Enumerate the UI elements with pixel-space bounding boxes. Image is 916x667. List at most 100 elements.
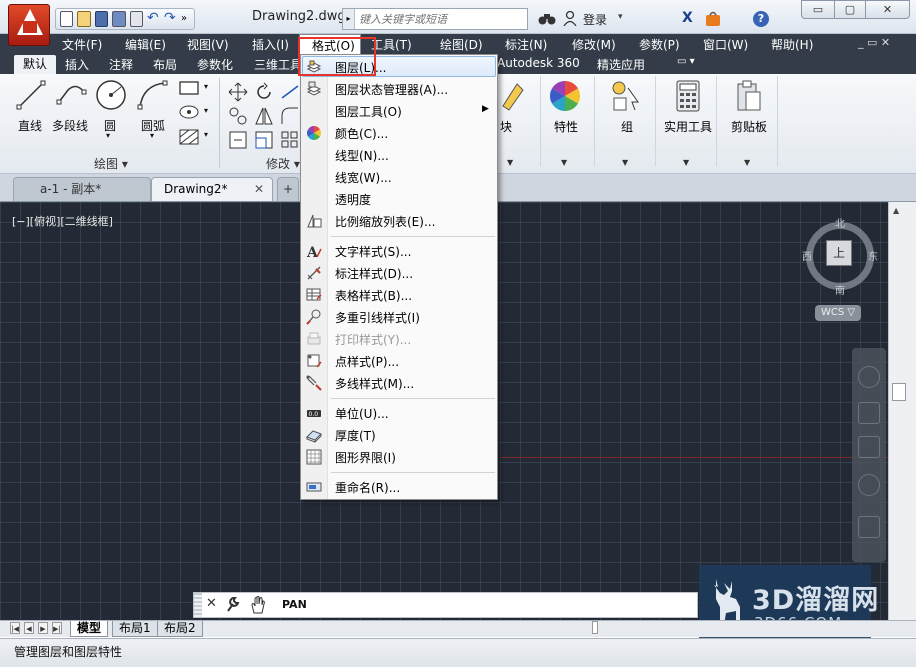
- rectangle-tool-icon[interactable]: [178, 80, 200, 96]
- tab-parametric[interactable]: 参数化: [197, 56, 233, 73]
- new-file-icon[interactable]: [60, 11, 74, 27]
- orbit-icon[interactable]: [858, 474, 880, 496]
- undo-icon[interactable]: ↶: [147, 11, 160, 27]
- wrench-icon[interactable]: [226, 597, 240, 613]
- ribbon-options-icon[interactable]: ▭ ▾: [677, 56, 695, 67]
- vertical-scrollbar-thumb[interactable]: [892, 383, 906, 401]
- tab-featured-apps[interactable]: 精选应用: [597, 56, 645, 73]
- menu-item-table-style[interactable]: 表格样式(B)...: [301, 284, 497, 306]
- menu-item-layer-tools[interactable]: 图层工具(O) ▶: [301, 100, 497, 122]
- compass-east[interactable]: 东: [868, 248, 878, 263]
- tab-layout1[interactable]: 布局1: [112, 621, 158, 637]
- viewport-controls[interactable]: [−][俯视][二维线框]: [12, 213, 113, 229]
- utilities-panel[interactable]: 实用工具 ▼: [659, 76, 717, 167]
- window-maximize-button[interactable]: ▢: [834, 0, 866, 19]
- first-layout-icon[interactable]: |◀: [10, 622, 20, 634]
- prev-layout-icon[interactable]: ◀: [24, 622, 34, 634]
- new-tab-button[interactable]: +: [277, 177, 299, 201]
- menu-item-drawing-limits[interactable]: 图形界限(I): [301, 446, 497, 468]
- autodesk-app-store-icon[interactable]: [704, 10, 722, 27]
- properties-panel[interactable]: 特性 ▼: [537, 76, 595, 167]
- window-minimize-button[interactable]: ▭: [801, 0, 835, 19]
- stretch-tool-icon[interactable]: [228, 130, 248, 150]
- menu-draw[interactable]: 绘图(D): [440, 36, 483, 53]
- binoculars-icon[interactable]: [538, 12, 556, 25]
- showmotion-icon[interactable]: [858, 516, 880, 538]
- copy-tool-icon[interactable]: [228, 106, 248, 126]
- menu-insert[interactable]: 插入(I): [252, 36, 289, 53]
- next-layout-icon[interactable]: ▶: [38, 622, 48, 634]
- chevron-down-icon[interactable]: ▾: [618, 12, 623, 22]
- zoom-extents-icon[interactable]: [858, 436, 880, 458]
- more-commands-icon[interactable]: »: [181, 11, 194, 27]
- chevron-down-icon[interactable]: ▾: [204, 82, 208, 91]
- hatch-tool-icon[interactable]: [178, 104, 200, 120]
- menu-item-color[interactable]: 颜色(C)...: [301, 122, 497, 144]
- open-folder-icon[interactable]: [77, 11, 91, 27]
- autodesk-exchange-icon[interactable]: X: [682, 11, 698, 26]
- menu-item-mline-style[interactable]: 多线样式(M)...: [301, 372, 497, 394]
- gradient-tool-icon[interactable]: [178, 128, 200, 146]
- modify-panel-title[interactable]: 修改 ▾: [266, 155, 300, 172]
- menu-item-transparency[interactable]: 透明度: [301, 188, 497, 210]
- menu-item-mleader-style[interactable]: 多重引线样式(I): [301, 306, 497, 328]
- scroll-up-icon[interactable]: ▲: [893, 206, 899, 215]
- drag-handle[interactable]: [194, 593, 202, 617]
- circle-tool-icon[interactable]: [95, 79, 127, 111]
- last-layout-icon[interactable]: ▶|: [52, 622, 62, 634]
- close-icon[interactable]: ✕: [254, 178, 264, 200]
- clipboard-panel[interactable]: 剪贴板 ▼: [720, 76, 778, 167]
- menu-item-text-style[interactable]: A 文字样式(S)...: [301, 240, 497, 262]
- menu-help[interactable]: 帮助(H): [771, 36, 813, 53]
- redo-icon[interactable]: ↷: [164, 11, 177, 27]
- menu-item-point-style[interactable]: 点样式(P)...: [301, 350, 497, 372]
- menu-item-plot-style[interactable]: 打印样式(Y)...: [301, 328, 497, 350]
- trim-tool-icon[interactable]: [280, 82, 300, 102]
- menu-item-thickness[interactable]: 厚度(T): [301, 424, 497, 446]
- menu-item-units[interactable]: 0.0 单位(U)...: [301, 402, 497, 424]
- menu-window[interactable]: 窗口(W): [703, 36, 748, 53]
- viewcube-top-face[interactable]: 上: [826, 240, 852, 266]
- horizontal-scrollbar-thumb[interactable]: [592, 621, 598, 634]
- mdi-window-controls[interactable]: _ ▭ ✕: [858, 36, 890, 49]
- menu-tools[interactable]: 工具(T): [371, 36, 412, 53]
- menu-view[interactable]: 视图(V): [187, 36, 229, 53]
- steering-wheel-icon[interactable]: [858, 366, 880, 388]
- user-icon[interactable]: [563, 11, 577, 26]
- search-expand-icon[interactable]: ▸: [343, 9, 355, 29]
- draw-panel-title[interactable]: 绘图 ▾: [94, 155, 128, 172]
- save-icon[interactable]: [94, 11, 109, 27]
- save-as-icon[interactable]: [112, 11, 126, 27]
- rotate-tool-icon[interactable]: [254, 82, 274, 102]
- polyline-tool-icon[interactable]: [56, 80, 88, 110]
- tab-layout[interactable]: 布局: [153, 56, 177, 73]
- tab-3d-tools[interactable]: 三维工具: [254, 56, 302, 73]
- login-link[interactable]: 登录: [583, 11, 607, 28]
- polyline-tool-label[interactable]: 多段线: [52, 117, 88, 134]
- pan-hand-icon[interactable]: [858, 402, 880, 424]
- fillet-tool-icon[interactable]: [280, 106, 300, 126]
- menu-item-dim-style[interactable]: 标注样式(D)...: [301, 262, 497, 284]
- menu-file[interactable]: 文件(F): [62, 36, 102, 53]
- menu-item-layer-state-manager[interactable]: 图层状态管理器(A)...: [301, 78, 497, 100]
- group-panel[interactable]: 组 ▼: [598, 76, 656, 167]
- close-icon[interactable]: ✕: [206, 596, 217, 611]
- line-tool-label[interactable]: 直线: [18, 117, 42, 134]
- arc-tool-icon[interactable]: [137, 80, 169, 110]
- menu-edit[interactable]: 编辑(E): [125, 36, 166, 53]
- menu-item-linetype[interactable]: 线型(N)...: [301, 144, 497, 166]
- chevron-down-icon[interactable]: ▾: [204, 106, 208, 115]
- tab-model[interactable]: 模型: [70, 621, 109, 637]
- move-tool-icon[interactable]: [228, 82, 248, 102]
- vertical-scrollbar[interactable]: [888, 202, 916, 620]
- help-icon[interactable]: ?: [753, 11, 769, 27]
- wcs-menu-button[interactable]: WCS ▽: [815, 305, 861, 321]
- print-icon[interactable]: [129, 11, 143, 27]
- command-text[interactable]: PAN: [282, 598, 307, 611]
- menu-item-scale-list[interactable]: 比例缩放列表(E)...: [301, 210, 497, 232]
- mirror-tool-icon[interactable]: [254, 106, 274, 126]
- menu-dimension[interactable]: 标注(N): [505, 36, 547, 53]
- tab-annotate[interactable]: 注释: [109, 56, 133, 73]
- menu-item-rename[interactable]: 重命名(R)...: [301, 476, 497, 498]
- tab-insert[interactable]: 插入: [65, 56, 89, 73]
